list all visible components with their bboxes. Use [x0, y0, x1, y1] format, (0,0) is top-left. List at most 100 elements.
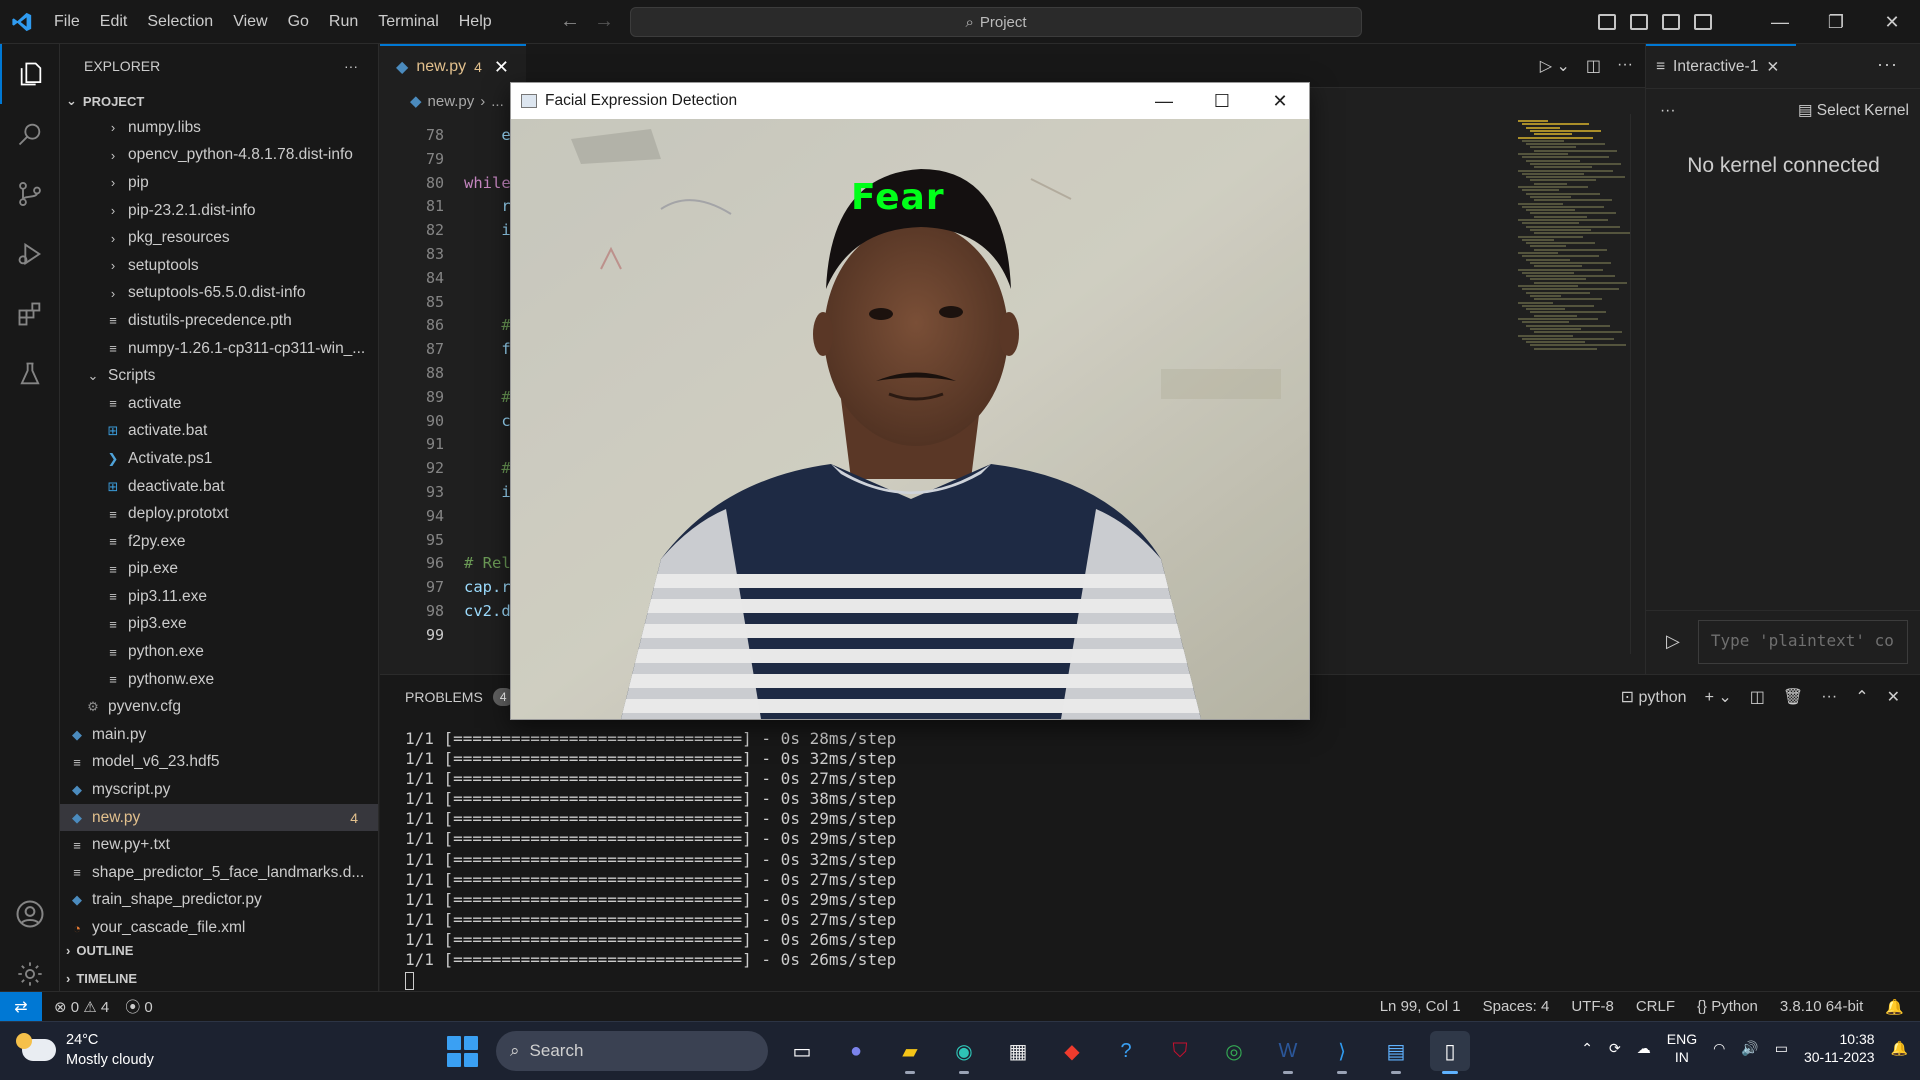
clock[interactable]: 10:38 30-11-2023	[1804, 1030, 1875, 1066]
split-terminal-icon[interactable]: ◫	[1750, 687, 1765, 707]
vscode-taskbar-icon[interactable]: ⟩	[1322, 1031, 1362, 1074]
file-tree-item[interactable]: › pip-23.2.1.dist-info	[60, 197, 378, 225]
file-tree-item[interactable]: ≡ distutils-precedence.pth	[60, 307, 378, 335]
new-terminal-icon[interactable]: + ⌄	[1705, 687, 1732, 707]
file-tree-item[interactable]: ≡ shape_predictor_5_face_landmarks.d...	[60, 859, 378, 887]
file-tree-item[interactable]: ≡ numpy-1.26.1-cp311-cp311-win_...	[60, 335, 378, 363]
teams-icon[interactable]: ●	[836, 1031, 876, 1071]
tab-new-py[interactable]: ◆ new.py 4 ✕	[380, 44, 526, 88]
sync-icon[interactable]: ⟳	[1609, 1040, 1621, 1057]
cv-maximize-button[interactable]: ☐	[1193, 83, 1251, 119]
close-button[interactable]: ✕	[1864, 12, 1920, 33]
problems-status[interactable]: ⊗ 0 ⚠ 4	[54, 998, 109, 1016]
file-tree-item[interactable]: ⊞ activate.bat	[60, 418, 378, 446]
file-tree-item[interactable]: ⊞ deactivate.bat	[60, 473, 378, 501]
toggle-secondary-sidebar-icon[interactable]	[1662, 14, 1680, 30]
file-tree-item[interactable]: ◆ main.py	[60, 721, 378, 749]
weather-widget[interactable]: 24°C Mostly cloudy	[16, 1030, 154, 1070]
section-timeline[interactable]: › TIMELINE	[60, 965, 137, 991]
file-tree-item[interactable]: ≡ pip3.11.exe	[60, 583, 378, 611]
section-outline[interactable]: › OUTLINE	[60, 937, 133, 963]
testing-icon[interactable]	[0, 344, 60, 404]
tab-problems[interactable]: PROBLEMS	[405, 689, 483, 705]
explorer-icon[interactable]	[0, 44, 60, 104]
editor-scrollbar[interactable]	[1630, 114, 1644, 654]
ports-status[interactable]: ⦿ 0	[125, 996, 153, 1017]
file-tree-item[interactable]: ≡ model_v6_23.hdf5	[60, 749, 378, 777]
language-indicator[interactable]: ENG IN	[1667, 1030, 1697, 1066]
back-arrow-icon[interactable]: ←	[560, 10, 580, 33]
file-tree-item[interactable]: ❯ Activate.ps1	[60, 445, 378, 473]
opencv-window-taskbar-icon[interactable]: ▯	[1430, 1031, 1470, 1074]
task-view-icon[interactable]: ▭	[782, 1031, 822, 1071]
anydesk-icon[interactable]: ◆	[1052, 1031, 1092, 1071]
split-editor-icon[interactable]: ◫	[1586, 56, 1601, 76]
onedrive-icon[interactable]: ☁	[1637, 1040, 1651, 1057]
notifications-bell-icon[interactable]: 🔔	[1885, 998, 1904, 1016]
file-tree-item[interactable]: › opencv_python-4.8.1.78.dist-info	[60, 142, 378, 170]
command-center[interactable]: ⌕ Project	[630, 7, 1362, 37]
more-actions-icon[interactable]: ···	[1821, 688, 1837, 706]
account-icon[interactable]	[0, 884, 60, 944]
mcafee-icon[interactable]: ⛉	[1160, 1031, 1200, 1071]
close-tab-icon[interactable]: ✕	[494, 57, 509, 78]
breadcrumb-file[interactable]: new.py	[428, 93, 475, 110]
battery-icon[interactable]: ▭	[1775, 1040, 1788, 1057]
source-control-icon[interactable]	[0, 164, 60, 224]
notepad-icon[interactable]: ▤	[1376, 1031, 1416, 1074]
run-debug-icon[interactable]	[0, 224, 60, 284]
file-tree-item[interactable]: › numpy.libs	[60, 114, 378, 142]
indentation[interactable]: Spaces: 4	[1483, 998, 1550, 1015]
more-actions-icon[interactable]: ···	[1877, 54, 1898, 75]
start-button[interactable]	[442, 1031, 482, 1071]
menu-edit[interactable]: Edit	[90, 0, 138, 44]
file-tree-item[interactable]: ≡ pip3.exe	[60, 611, 378, 639]
file-tree-item[interactable]: ⚙ pyvenv.cfg	[60, 693, 378, 721]
restore-button[interactable]: ❐	[1808, 12, 1864, 33]
menu-terminal[interactable]: Terminal	[368, 0, 448, 44]
file-tree-item[interactable]: ≡ pythonw.exe	[60, 666, 378, 694]
tab-interactive-1[interactable]: ≡ Interactive-1 ✕	[1646, 44, 1796, 88]
close-tab-icon[interactable]: ✕	[1766, 58, 1779, 77]
run-file-icon[interactable]: ▷ ⌄	[1540, 56, 1570, 76]
file-explorer-icon[interactable]: ▰	[890, 1031, 930, 1074]
file-tree-item[interactable]: ◆ train_shape_predictor.py	[60, 887, 378, 915]
notifications-bell-icon[interactable]: 🔔	[1891, 1040, 1908, 1057]
cv-minimize-button[interactable]: —	[1135, 83, 1193, 119]
store-icon[interactable]: ▦	[998, 1031, 1038, 1071]
menu-go[interactable]: Go	[278, 0, 319, 44]
end-of-line[interactable]: CRLF	[1636, 998, 1675, 1015]
word-icon[interactable]: W	[1268, 1031, 1308, 1074]
file-tree-item[interactable]: ◆ myscript.py	[60, 776, 378, 804]
select-kernel-button[interactable]: ▤ Select Kernel	[1798, 101, 1909, 120]
file-tree-item[interactable]: ≡ deploy.prototxt	[60, 500, 378, 528]
maximize-panel-icon[interactable]: ⌃	[1855, 687, 1868, 707]
more-actions-icon[interactable]: ···	[1617, 56, 1633, 76]
file-tree-item[interactable]: › pkg_resources	[60, 224, 378, 252]
edge-icon[interactable]: ◉	[944, 1031, 984, 1074]
file-tree-item[interactable]: › setuptools-65.5.0.dist-info	[60, 280, 378, 308]
show-hidden-icons-icon[interactable]: ⌃	[1581, 1040, 1593, 1057]
cv-close-button[interactable]: ✕	[1251, 83, 1309, 119]
file-tree-item[interactable]: ◆ new.py 4	[60, 803, 378, 832]
minimize-button[interactable]: —	[1752, 12, 1808, 33]
file-tree-item[interactable]: ≡ pip.exe	[60, 556, 378, 584]
language-mode[interactable]: {} Python	[1697, 998, 1758, 1015]
python-interpreter[interactable]: 3.8.10 64-bit	[1780, 998, 1863, 1015]
menu-view[interactable]: View	[223, 0, 277, 44]
terminal-output[interactable]: 1/1 [==============================] - 0…	[405, 729, 896, 990]
search-icon[interactable]	[0, 104, 60, 164]
trash-icon[interactable]: 🗑	[1783, 687, 1803, 707]
section-project[interactable]: ⌄ PROJECT	[60, 88, 378, 114]
toggle-panel-icon[interactable]	[1630, 14, 1648, 30]
cursor-position[interactable]: Ln 99, Col 1	[1380, 998, 1461, 1015]
terminal-selector[interactable]: ⊡ python	[1621, 687, 1687, 707]
volume-icon[interactable]: 🔊	[1741, 1040, 1758, 1057]
menu-file[interactable]: File	[44, 0, 90, 44]
more-actions-icon[interactable]: ···	[1660, 102, 1676, 120]
help-icon[interactable]: ?	[1106, 1031, 1146, 1071]
menu-help[interactable]: Help	[449, 0, 502, 44]
chrome-icon[interactable]: ◎	[1214, 1031, 1254, 1071]
file-tree-item[interactable]: ⌄ Scripts	[60, 362, 378, 390]
minimap[interactable]	[1510, 114, 1632, 654]
